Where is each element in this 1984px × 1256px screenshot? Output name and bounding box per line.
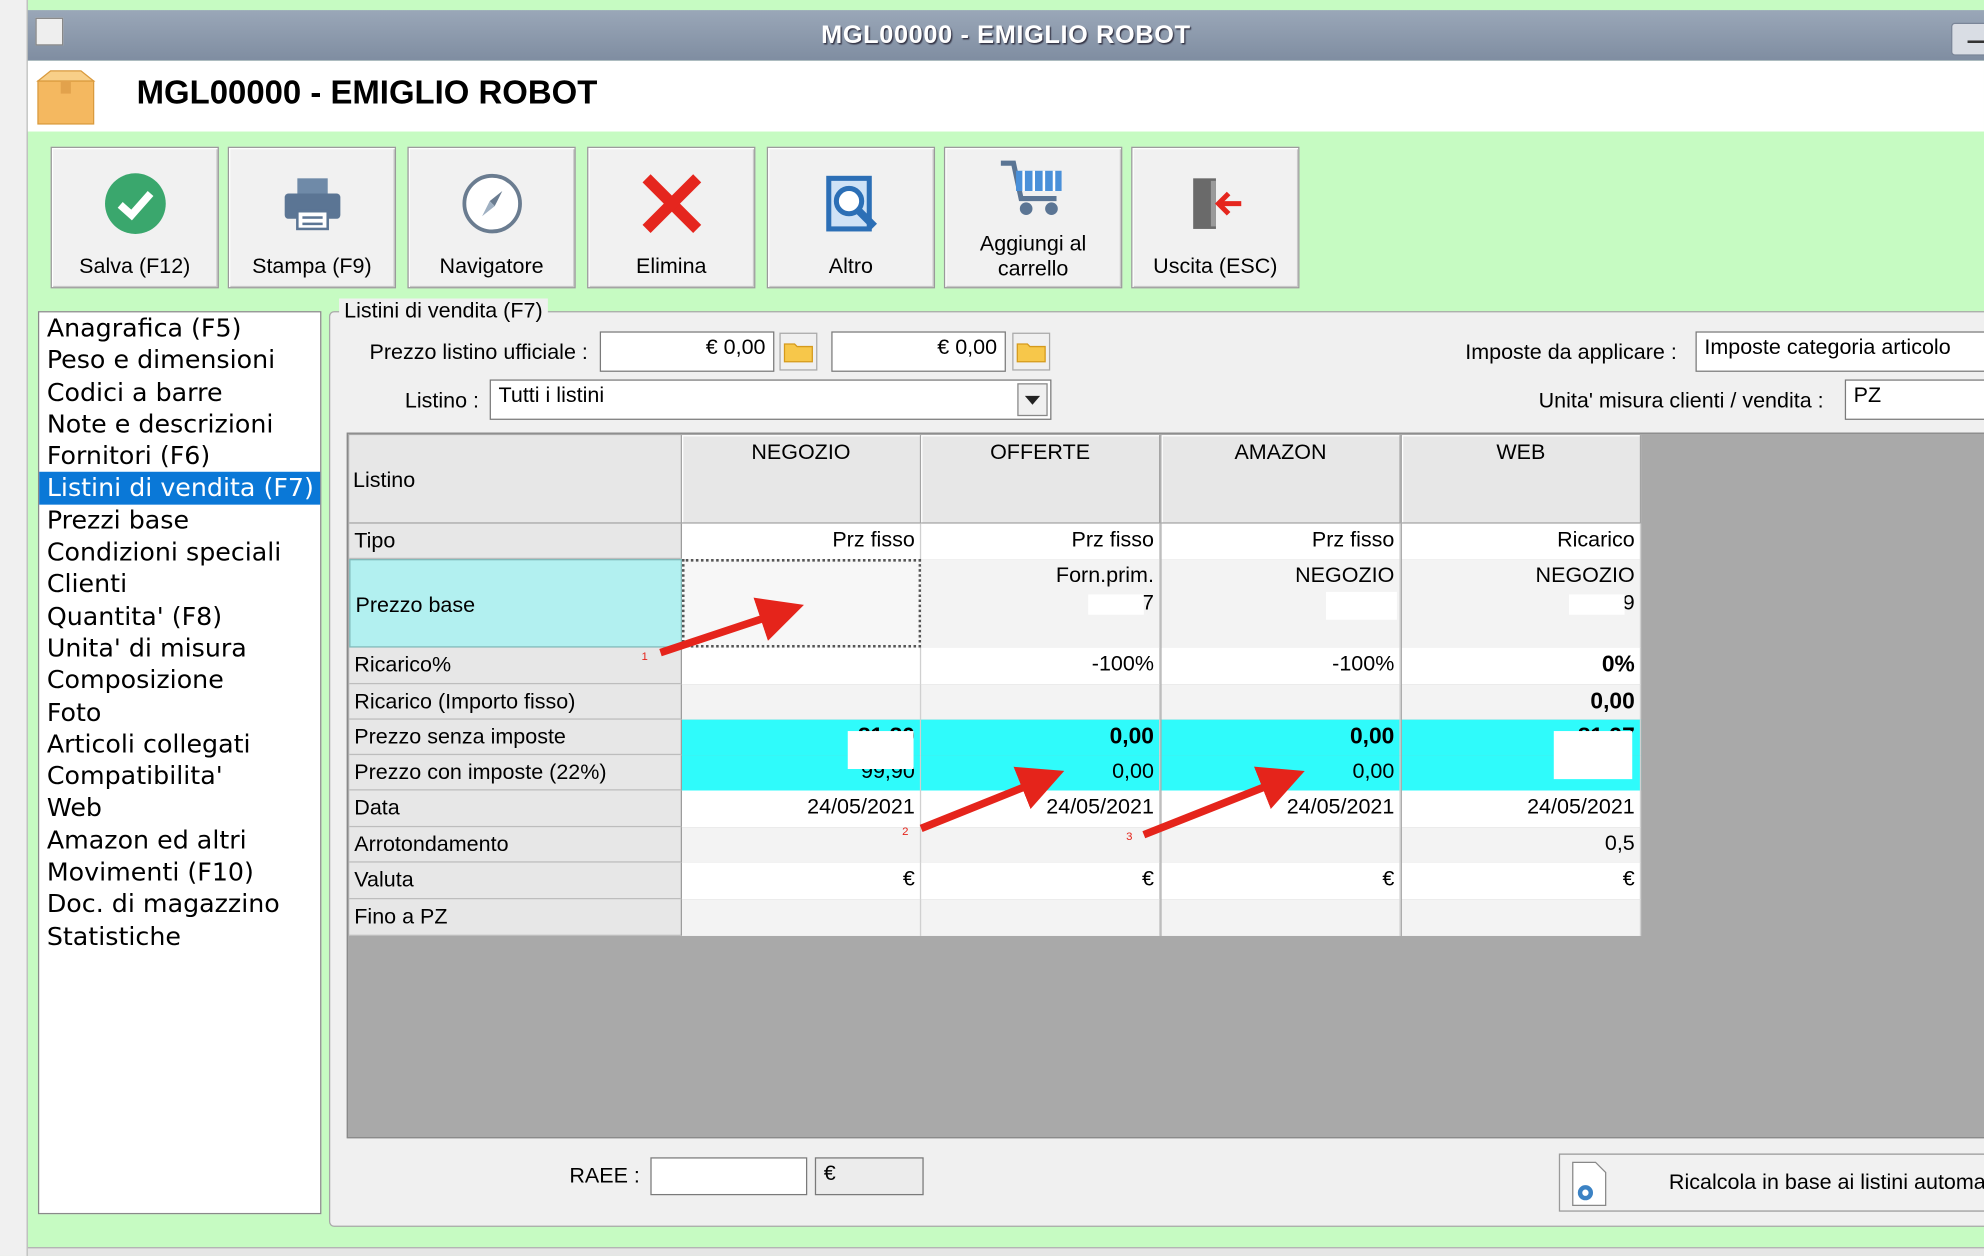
status-strip [27,1247,1984,1256]
arrow-2 [919,766,1065,832]
raee-currency-field: € [814,1157,924,1196]
recalculate-label: Ricalcola in base ai listini automat [1668,1169,1984,1194]
raee-field[interactable] [650,1157,808,1196]
annotation-number-3: 3 [1126,829,1133,843]
raee-label: RAEE : [569,1163,640,1188]
annotation-arrows [659,597,1305,839]
recalculate-button[interactable]: Ricalcola in base ai listini automat [1558,1153,1984,1212]
arrow-3 [1142,766,1305,839]
annotation-number-1: 1 [641,650,648,663]
annotation-number-2: 2 [902,824,909,838]
document-gear-icon [1572,1161,1607,1206]
arrow-1 [659,597,804,657]
